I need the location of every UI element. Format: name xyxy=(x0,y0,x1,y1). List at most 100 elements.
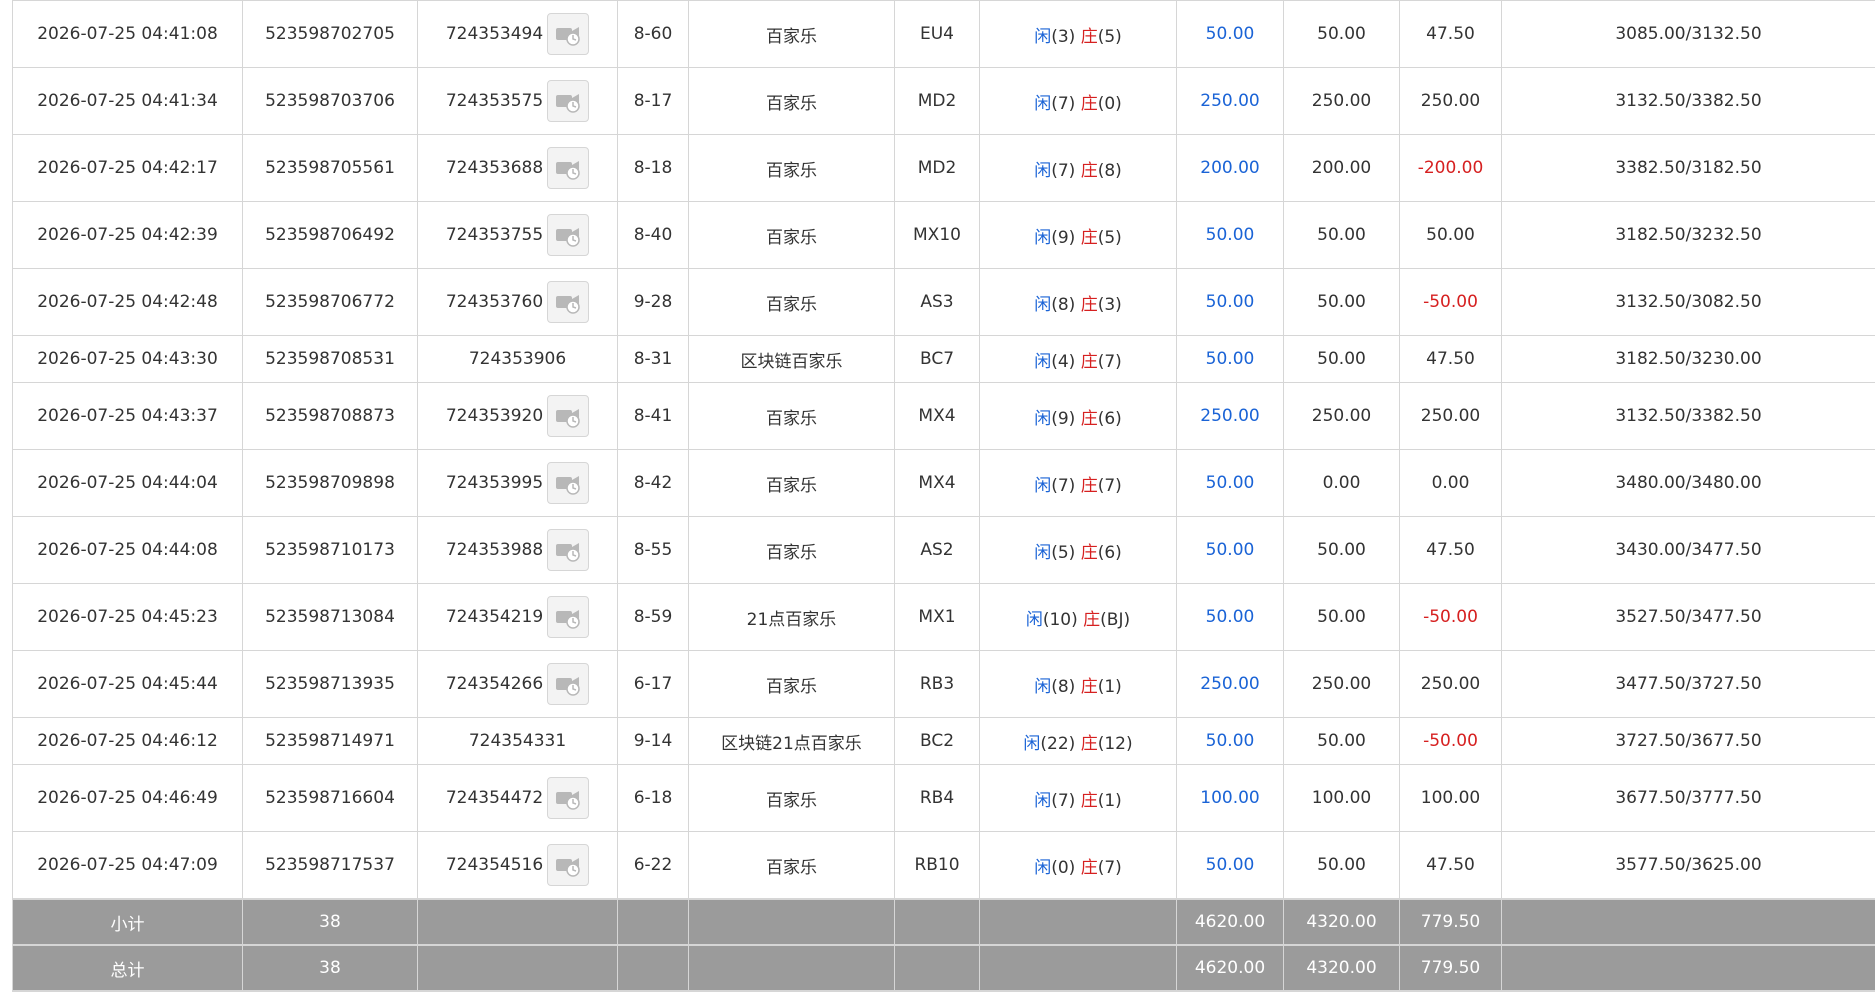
bet-time-text: 2026-07-25 04:45:44 xyxy=(37,674,218,694)
video-replay-button[interactable] xyxy=(547,596,590,638)
table-id-text: RB3 xyxy=(919,674,955,694)
table-id: RB4 xyxy=(894,764,980,832)
order-number-text: 523598708531 xyxy=(265,349,395,369)
payout: 47.50 xyxy=(1399,831,1502,900)
video-replay-icon xyxy=(548,289,588,315)
banker-points: (6) xyxy=(1097,408,1122,429)
table-row: 2026-07-25 04:43:37 523598708873 724353920… xyxy=(12,382,1875,450)
video-replay-button[interactable] xyxy=(547,147,590,189)
game-type-text: 百家乐 xyxy=(766,26,817,47)
bet-amount-text: 50.00 xyxy=(1205,349,1255,369)
table-id-text: MX1 xyxy=(918,607,956,627)
banker-points: (1) xyxy=(1097,676,1122,697)
player-label: 闲 xyxy=(1034,26,1052,47)
player-points: (9) xyxy=(1051,227,1076,248)
bet-time: 2026-07-25 04:47:09 xyxy=(12,831,243,900)
order-number: 523598713935 xyxy=(242,650,418,718)
valid-bet-text: 50.00 xyxy=(1317,24,1366,44)
order-number: 523598710173 xyxy=(242,516,418,584)
player-label: 闲 xyxy=(1034,294,1052,315)
game-type: 百家乐 xyxy=(688,67,895,135)
game-type: 21点百家乐 xyxy=(688,583,895,651)
shoe-round: 6-18 xyxy=(617,764,689,832)
video-replay-icon xyxy=(548,537,588,563)
order-number: 523598706772 xyxy=(242,268,418,336)
payout: -50.00 xyxy=(1399,268,1502,336)
valid-bet-text: 250.00 xyxy=(1311,406,1372,426)
banker-label: 庄 xyxy=(1080,408,1098,429)
valid-bet: 50.00 xyxy=(1283,516,1400,584)
order-number: 523598717537 xyxy=(242,831,418,900)
valid-bet-text: 200.00 xyxy=(1311,158,1372,178)
table-id-text: RB4 xyxy=(919,788,955,808)
valid-bet: 200.00 xyxy=(1283,134,1400,202)
payout: 0.00 xyxy=(1399,449,1502,517)
table-id-text: BC2 xyxy=(919,731,955,751)
bet-time-text: 2026-07-25 04:42:39 xyxy=(37,225,218,245)
round-number: 724353988 xyxy=(445,540,544,560)
round-number: 724353995 xyxy=(445,473,544,493)
game-type-text: 21点百家乐 xyxy=(746,609,837,630)
shoe-round: 8-42 xyxy=(617,449,689,517)
bet-amount-text: 50.00 xyxy=(1205,473,1255,493)
video-replay-button[interactable] xyxy=(547,80,590,122)
table-id: AS2 xyxy=(894,516,980,584)
player-points: (7) xyxy=(1051,93,1076,114)
table-row: 2026-07-25 04:42:39 523598706492 724353755… xyxy=(12,201,1875,269)
player-label: 闲 xyxy=(1034,93,1052,114)
balance-before-after: 3132.50/3382.50 xyxy=(1501,382,1875,450)
round-number-cell: 724353755 xyxy=(417,201,618,269)
video-replay-button[interactable] xyxy=(547,13,590,55)
banker-points: (5) xyxy=(1097,227,1122,248)
table-id-text: AS3 xyxy=(920,292,954,312)
payout-text: 47.50 xyxy=(1426,855,1475,875)
table-id: MX1 xyxy=(894,583,980,651)
video-replay-button[interactable] xyxy=(547,281,590,323)
video-replay-button[interactable] xyxy=(547,529,590,571)
valid-bet-text: 50.00 xyxy=(1317,607,1366,627)
bet-amount-text: 250.00 xyxy=(1200,406,1260,426)
player-points: (4) xyxy=(1051,351,1076,372)
video-replay-button[interactable] xyxy=(547,395,590,437)
payout-text: 47.50 xyxy=(1426,540,1475,560)
bet-amount: 50.00 xyxy=(1176,201,1284,269)
order-number: 523598702705 xyxy=(242,0,418,68)
video-replay-button[interactable] xyxy=(547,214,590,256)
game-result: 闲(7) 庄(7) xyxy=(979,449,1177,517)
order-number: 523598709898 xyxy=(242,449,418,517)
shoe-round: 9-28 xyxy=(617,268,689,336)
valid-bet: 250.00 xyxy=(1283,650,1400,718)
round-number: 724353688 xyxy=(445,158,544,178)
shoe-round: 8-40 xyxy=(617,201,689,269)
payout-text: 0.00 xyxy=(1431,473,1470,493)
round-number-wrap: 724353988 xyxy=(445,529,590,571)
empty-cell xyxy=(894,898,980,946)
total-valid-bet: 4320.00 xyxy=(1283,944,1400,992)
player-points: (7) xyxy=(1051,790,1076,811)
player-points: (8) xyxy=(1051,676,1076,697)
valid-bet: 50.00 xyxy=(1283,717,1400,765)
table-row: 2026-07-25 04:45:44 523598713935 724354266… xyxy=(12,650,1875,718)
bet-time-text: 2026-07-25 04:45:23 xyxy=(37,607,218,627)
table-row: 2026-07-25 04:44:04 523598709898 724353995… xyxy=(12,449,1875,517)
video-replay-button[interactable] xyxy=(547,777,590,819)
bet-amount: 50.00 xyxy=(1176,516,1284,584)
game-type: 百家乐 xyxy=(688,382,895,450)
balance-before-after-text: 3132.50/3382.50 xyxy=(1615,91,1762,111)
banker-points: (BJ) xyxy=(1100,609,1131,630)
video-replay-button[interactable] xyxy=(547,844,590,886)
video-replay-icon xyxy=(548,88,588,114)
game-result: 闲(7) 庄(0) xyxy=(979,67,1177,135)
video-replay-button[interactable] xyxy=(547,663,590,705)
shoe-round-text: 8-60 xyxy=(633,24,673,44)
valid-bet: 50.00 xyxy=(1283,335,1400,383)
banker-label: 庄 xyxy=(1080,676,1098,697)
bet-time: 2026-07-25 04:41:34 xyxy=(12,67,243,135)
order-number: 523598714971 xyxy=(242,717,418,765)
shoe-round-text: 6-17 xyxy=(633,674,673,694)
round-number-cell: 724354266 xyxy=(417,650,618,718)
round-number-wrap: 724354266 xyxy=(446,663,590,705)
video-replay-button[interactable] xyxy=(547,462,590,504)
table-id: MX10 xyxy=(894,201,980,269)
bet-amount-text: 50.00 xyxy=(1205,540,1255,560)
